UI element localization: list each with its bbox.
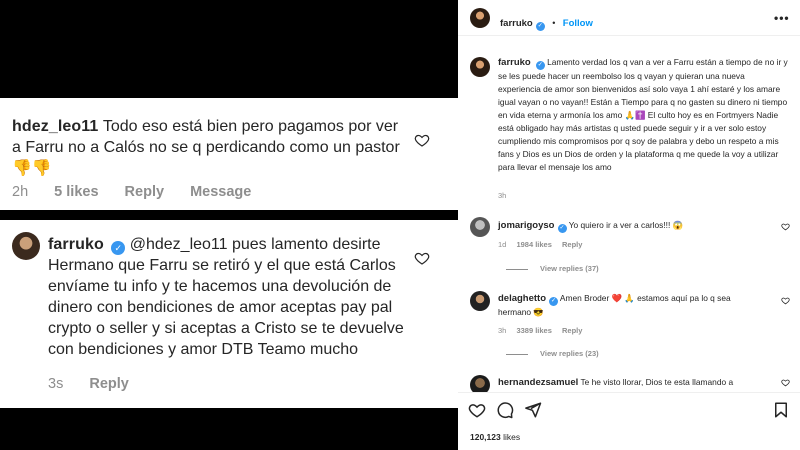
caption-username[interactable]: farruko bbox=[498, 57, 531, 68]
comment-bubble-icon[interactable] bbox=[496, 401, 514, 419]
shot-time: 3s bbox=[48, 376, 64, 392]
shot-username: hdez_leo11 bbox=[12, 118, 99, 135]
shot-likes: 5 likes bbox=[54, 184, 99, 200]
comment-username[interactable]: hernandezsamuel bbox=[498, 377, 578, 388]
post-image[interactable]: hdez_leo11 Todo eso está bien pero pagam… bbox=[0, 0, 458, 450]
comment: jomarigoyso ✓ Yo quiero ir a ver a carlos… bbox=[498, 219, 758, 233]
reply-button[interactable]: Reply bbox=[562, 240, 582, 249]
comment-time[interactable]: 1d bbox=[498, 240, 506, 249]
comment-text: Te he visto llorar, Dios te esta llamand… bbox=[580, 377, 734, 387]
view-replies-label: View replies (37) bbox=[540, 264, 599, 273]
shot-comment-meta: 3s Reply bbox=[48, 376, 151, 392]
header-username[interactable]: farruko bbox=[500, 18, 533, 29]
likes-word: likes bbox=[503, 432, 521, 442]
follow-button[interactable]: Follow bbox=[563, 18, 593, 29]
avatar bbox=[12, 232, 40, 260]
shot-message: Message bbox=[190, 184, 252, 200]
verified-badge-icon: ✓ bbox=[535, 22, 545, 31]
comment-username[interactable]: delaghetto bbox=[498, 293, 546, 304]
shot-time: 2h bbox=[12, 184, 29, 200]
screenshot-comment-farruko: farruko ✓ @hdez_leo11 pues lamento desir… bbox=[0, 220, 458, 408]
like-heart-icon[interactable] bbox=[781, 296, 790, 305]
divider bbox=[506, 268, 528, 270]
heart-icon bbox=[414, 252, 430, 265]
post-actions-bar: 120,123 likes bbox=[458, 392, 800, 450]
caption-text: Lamento verdad los q van a ver a Farru e… bbox=[498, 57, 788, 172]
caption-time[interactable]: 3h bbox=[498, 191, 506, 200]
avatar[interactable] bbox=[470, 57, 490, 77]
like-heart-icon[interactable] bbox=[781, 378, 790, 387]
view-replies-label: View replies (23) bbox=[540, 349, 599, 358]
avatar[interactable] bbox=[470, 8, 490, 28]
shot-username: farruko bbox=[48, 236, 104, 253]
reply-button[interactable]: Reply bbox=[562, 326, 582, 335]
comment: hernandezsamuel Te he visto llorar, Dios… bbox=[498, 376, 783, 391]
like-heart-icon[interactable] bbox=[781, 222, 790, 231]
comment-meta: 1d 1984 likes Reply bbox=[498, 240, 590, 249]
shot-comment-text: @hdez_leo11 pues lamento desirte Hermano… bbox=[48, 236, 404, 358]
comment-text: Yo quiero ir a ver a carlos!!! 😱 bbox=[568, 220, 684, 230]
comment-time[interactable]: 3h bbox=[498, 326, 506, 335]
post-header: farruko ✓ • Follow ••• bbox=[458, 0, 800, 36]
divider bbox=[506, 353, 528, 355]
view-replies-button[interactable]: View replies (37) bbox=[506, 264, 599, 273]
comment: delaghetto ✓ Amen Broder ❤️ 🙏 estamos aqu… bbox=[498, 292, 758, 319]
heart-icon bbox=[414, 134, 430, 147]
comment-likes[interactable]: 3389 likes bbox=[516, 326, 551, 335]
verified-badge-icon: ✓ bbox=[111, 241, 126, 255]
bookmark-icon[interactable] bbox=[772, 401, 790, 419]
comment-username[interactable]: jomarigoyso bbox=[498, 220, 555, 231]
comment-likes[interactable]: 1984 likes bbox=[516, 240, 551, 249]
avatar[interactable] bbox=[470, 291, 490, 311]
more-options-icon[interactable]: ••• bbox=[774, 11, 790, 25]
verified-badge-icon: ✓ bbox=[535, 61, 545, 70]
shot-comment-meta: 2h 5 likes Reply Message bbox=[12, 184, 273, 200]
verified-badge-icon: ✓ bbox=[549, 297, 559, 306]
post-side-panel: farruko ✓ • Follow ••• farruko ✓ Lamento v… bbox=[458, 0, 800, 450]
separator: • bbox=[552, 18, 556, 28]
likes-count[interactable]: 120,123 likes bbox=[470, 432, 520, 442]
shot-reply: Reply bbox=[89, 376, 129, 392]
verified-badge-icon: ✓ bbox=[557, 224, 567, 233]
comment-meta: 3h 3389 likes Reply bbox=[498, 326, 590, 335]
post-caption: farruko ✓ Lamento verdad los q van a ver … bbox=[498, 56, 788, 174]
share-paper-plane-icon[interactable] bbox=[524, 401, 542, 419]
shot-reply: Reply bbox=[124, 184, 165, 200]
view-replies-button[interactable]: View replies (23) bbox=[506, 349, 599, 358]
screenshot-comment-hdez: hdez_leo11 Todo eso está bien pero pagam… bbox=[0, 98, 458, 210]
avatar[interactable] bbox=[470, 217, 490, 237]
likes-number: 120,123 bbox=[470, 432, 501, 442]
like-heart-icon[interactable] bbox=[468, 401, 486, 419]
